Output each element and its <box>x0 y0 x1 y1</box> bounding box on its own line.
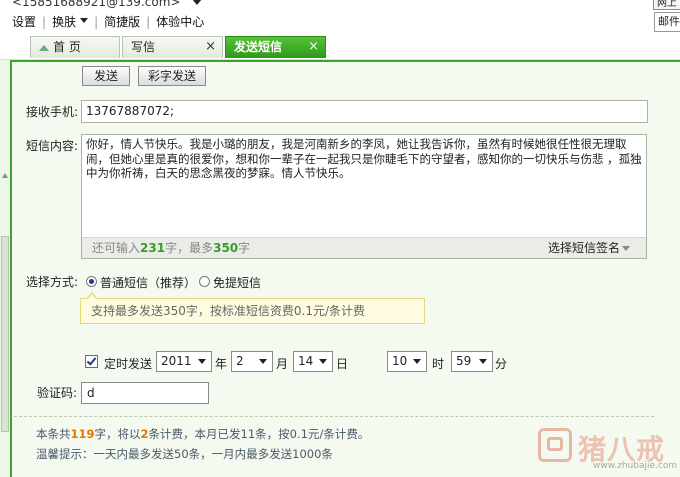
divider <box>14 416 654 417</box>
account-email[interactable]: <15851688921@139.com> <box>12 0 180 9</box>
close-icon[interactable]: × <box>205 37 216 57</box>
signature-select[interactable]: 选择短信签名 <box>548 238 630 258</box>
hour-unit: 时 <box>432 357 445 371</box>
menu-experience-center[interactable]: 体验中心 <box>156 13 204 30</box>
method-label: 选择方式: <box>26 275 79 289</box>
scrollbar[interactable] <box>1 236 9 432</box>
year-select[interactable]: 2011 <box>156 351 212 372</box>
month-select[interactable]: 2 <box>231 351 273 372</box>
chevron-down-icon <box>259 359 267 364</box>
left-panel-frame <box>0 60 12 477</box>
menu-separator: | <box>42 14 47 29</box>
watermark-url: www.zhubajie.com <box>593 461 678 471</box>
send-button[interactable]: 发送 <box>82 66 130 86</box>
minute-value: 59 <box>456 354 472 368</box>
menu-skin[interactable]: 换肤 <box>52 13 76 30</box>
tab-home[interactable]: 首 页 <box>30 36 120 58</box>
radio-handsfree-sms-label[interactable]: 免提短信 <box>213 274 261 291</box>
radio-normal-sms-label[interactable]: 普通短信（推荐） <box>100 274 196 291</box>
day-value: 14 <box>298 354 314 368</box>
captcha-input[interactable]: d <box>81 382 209 404</box>
tab-send-sms[interactable]: 发送短信 × <box>225 36 326 58</box>
home-icon <box>39 41 49 51</box>
menu-simple-version[interactable]: 简捷版 <box>104 13 140 30</box>
recipient-input[interactable]: 13767887072; <box>81 100 648 123</box>
warm-tip: 温馨提示：一天内最多发送50条，一月内最多发送1000条 <box>36 447 333 461</box>
sms-content-textarea[interactable]: 你好，情人节快乐。我是小璐的朋友，我是河南新乡的李凤，她让我告诉你，虽然有时候她… <box>81 134 647 259</box>
captcha-label: 验证码: <box>37 386 78 400</box>
billing-text-a: 本条共 <box>36 427 71 441</box>
zhubajie-logo-icon <box>538 428 572 462</box>
account-dropdown-icon[interactable] <box>192 0 202 5</box>
chevron-down-icon <box>479 359 487 364</box>
billing-text-c: 条计费，本月已发11条，按0.1元/条计费。 <box>148 427 370 441</box>
schedule-label: 定时发送 <box>104 357 153 371</box>
content-top-border <box>12 60 680 62</box>
check-icon <box>86 355 97 366</box>
radio-normal-sms[interactable] <box>86 276 97 287</box>
watermark: 猪八戒 www.zhubajie.com <box>536 428 680 477</box>
remaining-mid: 字，最多 <box>165 241 214 255</box>
remaining-suffix: 字 <box>238 241 251 255</box>
close-icon[interactable]: × <box>308 37 319 57</box>
minute-select[interactable]: 59 <box>451 351 493 372</box>
billing-text-b: 字，将以 <box>94 427 141 441</box>
hour-value: 10 <box>392 354 408 368</box>
day-unit: 日 <box>336 357 349 371</box>
sms-content-text[interactable]: 你好，情人节快乐。我是小璐的朋友，我是河南新乡的李凤，她让我告诉你，虽然有时候她… <box>86 137 642 181</box>
minute-unit: 分 <box>495 357 508 371</box>
signature-label: 选择短信签名 <box>547 241 620 255</box>
remaining-prefix: 还可输入 <box>92 241 141 255</box>
method-tip: 支持最多发送350字，按标准短信资费0.1元/条计费 <box>80 298 425 324</box>
mail-button[interactable]: 邮件 <box>654 12 680 32</box>
schedule-checkbox[interactable] <box>85 355 98 368</box>
skin-dropdown-icon[interactable] <box>80 18 89 23</box>
year-value: 2011 <box>161 354 192 368</box>
logo-inner <box>547 437 563 451</box>
year-unit: 年 <box>215 357 228 371</box>
chevron-down-icon <box>413 359 421 364</box>
content-label: 短信内容: <box>26 139 79 153</box>
menu-separator: | <box>146 14 151 29</box>
tab-compose[interactable]: 写信 × <box>122 36 223 58</box>
tab-compose-label: 写信 <box>131 40 156 54</box>
month-value: 2 <box>236 354 244 368</box>
chevron-down-icon <box>198 359 206 364</box>
remaining-count: 231 <box>140 241 166 255</box>
radio-handsfree-sms[interactable] <box>199 276 210 287</box>
char-count: 119 <box>70 427 95 441</box>
chevron-down-icon <box>622 246 630 251</box>
day-select[interactable]: 14 <box>293 351 333 372</box>
top-menu: 设置 | 换肤 | 简捷版 | 体验中心 <box>12 13 204 30</box>
tab-home-label: 首 页 <box>53 40 81 54</box>
chevron-down-icon <box>319 359 327 364</box>
tip-arrow-inner <box>87 294 97 300</box>
recipient-label: 接收手机: <box>26 105 79 119</box>
month-unit: 月 <box>276 357 289 371</box>
billing-summary: 本条共119字，将以2条计费，本月已发11条，按0.1元/条计费。 <box>36 426 369 442</box>
tab-send-sms-label: 发送短信 <box>234 40 283 54</box>
menu-settings[interactable]: 设置 <box>12 13 36 30</box>
hour-select[interactable]: 10 <box>387 351 427 372</box>
menu-separator: | <box>94 14 99 29</box>
collapse-arrow-icon[interactable] <box>2 172 8 178</box>
max-count: 350 <box>213 241 239 255</box>
content-footer: 还可输入231字，最多350字 选择短信签名 <box>82 237 646 258</box>
mms-send-button[interactable]: 彩字发送 <box>138 66 206 86</box>
online-button[interactable]: 网上 <box>653 0 680 10</box>
message-count: 2 <box>140 427 149 441</box>
